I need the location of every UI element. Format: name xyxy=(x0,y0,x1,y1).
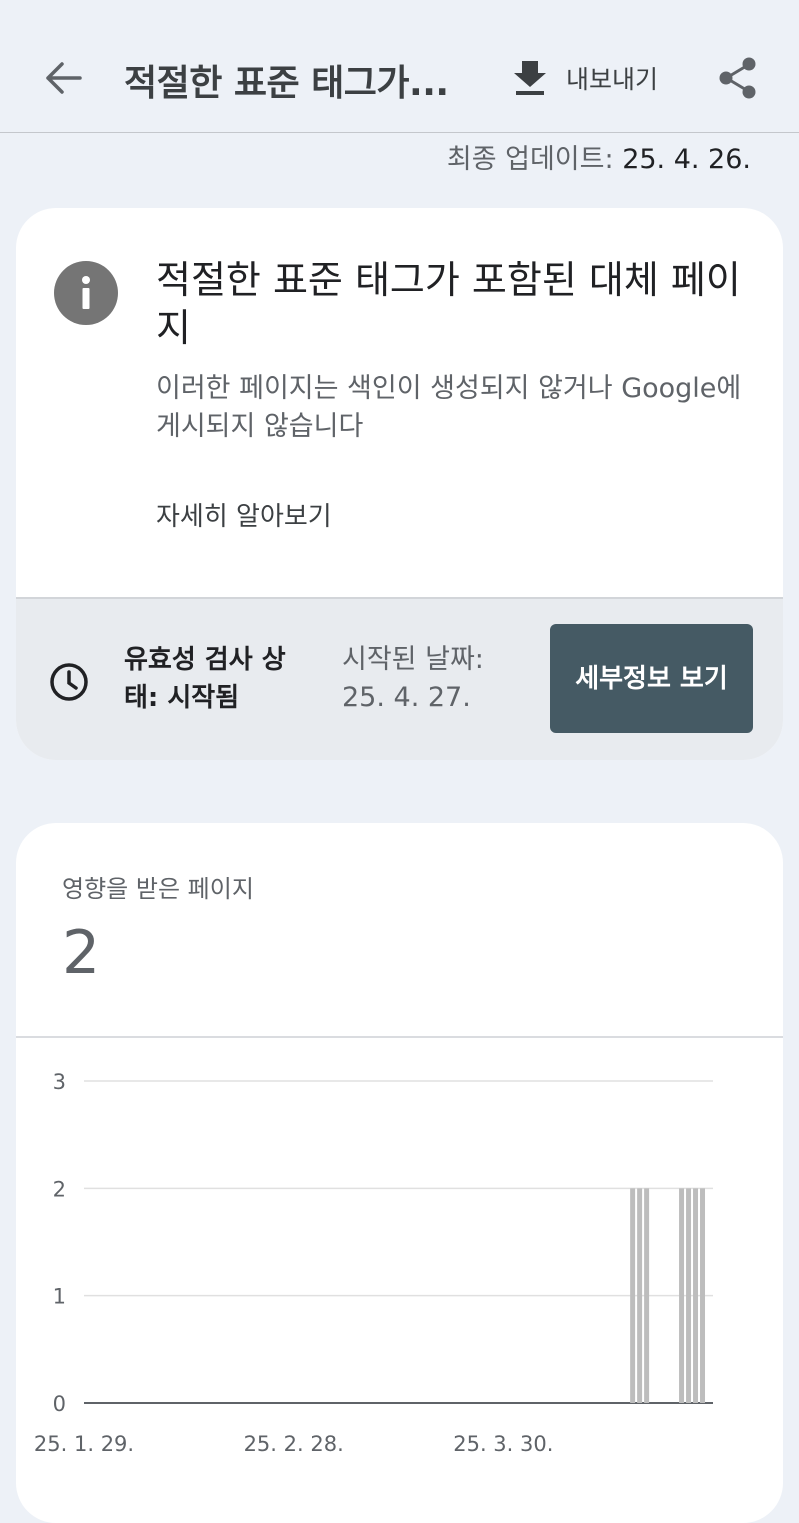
export-label: 내보내기 xyxy=(566,65,659,94)
page-title: 적절한 표준 태그가... xyxy=(124,63,449,104)
last-updated: 최종 업데이트: 25. 4. 26. xyxy=(447,137,751,176)
info-icon xyxy=(54,261,118,325)
y-tick-label: 3 xyxy=(53,1070,66,1094)
issue-description: 이러한 페이지는 색인이 생성되지 않거나 Google에 게시되지 않습니다 xyxy=(156,373,742,442)
see-details-button[interactable]: 세부정보 보기 xyxy=(550,624,753,733)
card-divider xyxy=(16,1036,783,1038)
last-updated-date: 25. 4. 26. xyxy=(622,144,751,175)
chart-bar xyxy=(700,1188,706,1403)
chart-bar xyxy=(679,1188,685,1403)
chart-bar xyxy=(637,1188,643,1403)
started-date: 25. 4. 27. xyxy=(342,682,471,713)
chart-bar xyxy=(630,1188,636,1403)
export-button[interactable]: 내보내기 xyxy=(512,58,658,98)
learn-more-link[interactable]: 자세히 알아보기 xyxy=(156,496,332,533)
x-tick-label: 25. 2. 28. xyxy=(244,1432,344,1456)
chart-bar xyxy=(693,1188,699,1403)
y-tick-label: 0 xyxy=(53,1392,66,1416)
affected-pages-chart: 0 1 2 3 25. 1. 29. 25. 2. 28. 25. 3. 30. xyxy=(34,1070,713,1456)
validation-status-bar: 유효성 검사 상태: 시작됨 시작된 날짜: 25. 4. 27. 세부정보 보… xyxy=(16,597,783,760)
issue-card: 적절한 표준 태그가 포함된 대체 페이지 이러한 페이지는 색인이 생성되지 … xyxy=(16,208,783,760)
app-bar: 적절한 표준 태그가... 내보내기 xyxy=(0,0,799,133)
started-label: 시작된 날짜: xyxy=(342,644,484,675)
chart-bar xyxy=(686,1188,692,1403)
back-arrow-icon[interactable] xyxy=(40,58,84,98)
metric-value: 2 xyxy=(62,918,101,988)
y-tick-label: 2 xyxy=(53,1177,66,1201)
chart-bar xyxy=(644,1188,650,1403)
x-tick-label: 25. 1. 29. xyxy=(34,1432,134,1456)
affected-pages-card: 영향을 받은 페이지 2 0 1 2 3 25. 1. 29. 25. 2. 28. 25.… xyxy=(16,823,783,1523)
issue-title: 적절한 표준 태그가 포함된 대체 페이지 xyxy=(156,258,741,350)
x-tick-label: 25. 3. 30. xyxy=(453,1432,553,1456)
last-updated-label: 최종 업데이트: xyxy=(446,144,614,175)
y-tick-label: 1 xyxy=(53,1285,66,1309)
share-icon[interactable] xyxy=(716,56,760,100)
validation-status: 유효성 검사 상태: 시작됨 xyxy=(124,645,286,713)
download-icon xyxy=(514,61,546,95)
clock-icon xyxy=(50,663,88,701)
validation-started: 시작된 날짜: 25. 4. 27. xyxy=(342,641,532,717)
metric-label: 영향을 받은 페이지 xyxy=(62,875,254,903)
